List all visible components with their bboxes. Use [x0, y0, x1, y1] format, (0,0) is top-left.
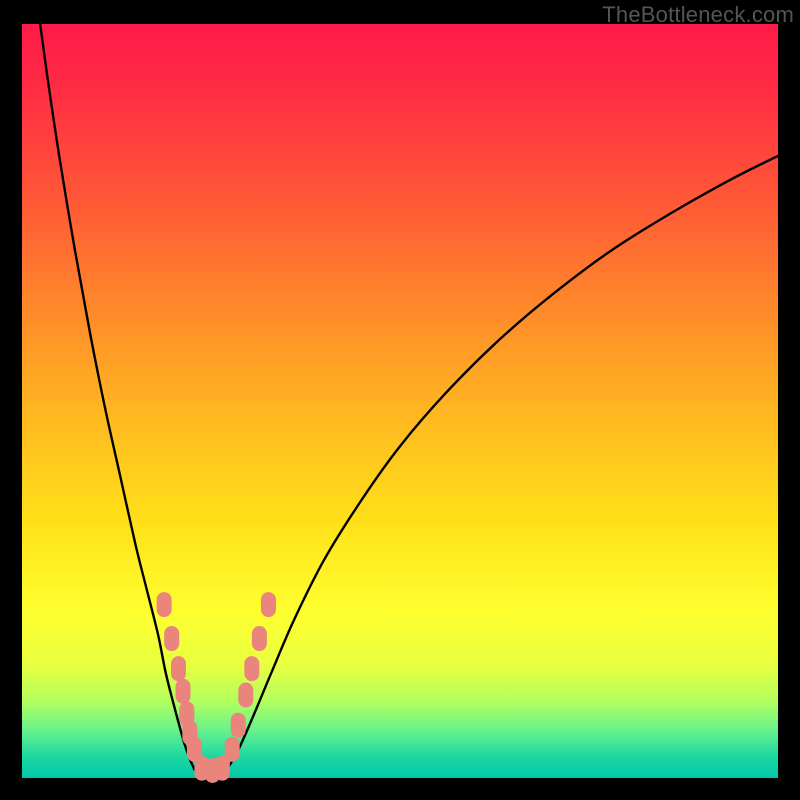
- chart-frame: [22, 24, 778, 778]
- marker-group: [157, 593, 275, 783]
- curve-marker: [245, 657, 259, 681]
- curve-marker: [157, 593, 171, 617]
- curve-marker: [171, 657, 185, 681]
- bottleneck-curve: [40, 24, 778, 775]
- curve-marker: [225, 737, 239, 761]
- curve-marker: [239, 683, 253, 707]
- watermark-text: TheBottleneck.com: [602, 2, 794, 28]
- curve-marker: [176, 679, 190, 703]
- chart-svg: [22, 24, 778, 778]
- curve-marker: [231, 713, 245, 737]
- curve-marker: [165, 627, 179, 651]
- curve-marker: [261, 593, 275, 617]
- curve-marker: [252, 627, 266, 651]
